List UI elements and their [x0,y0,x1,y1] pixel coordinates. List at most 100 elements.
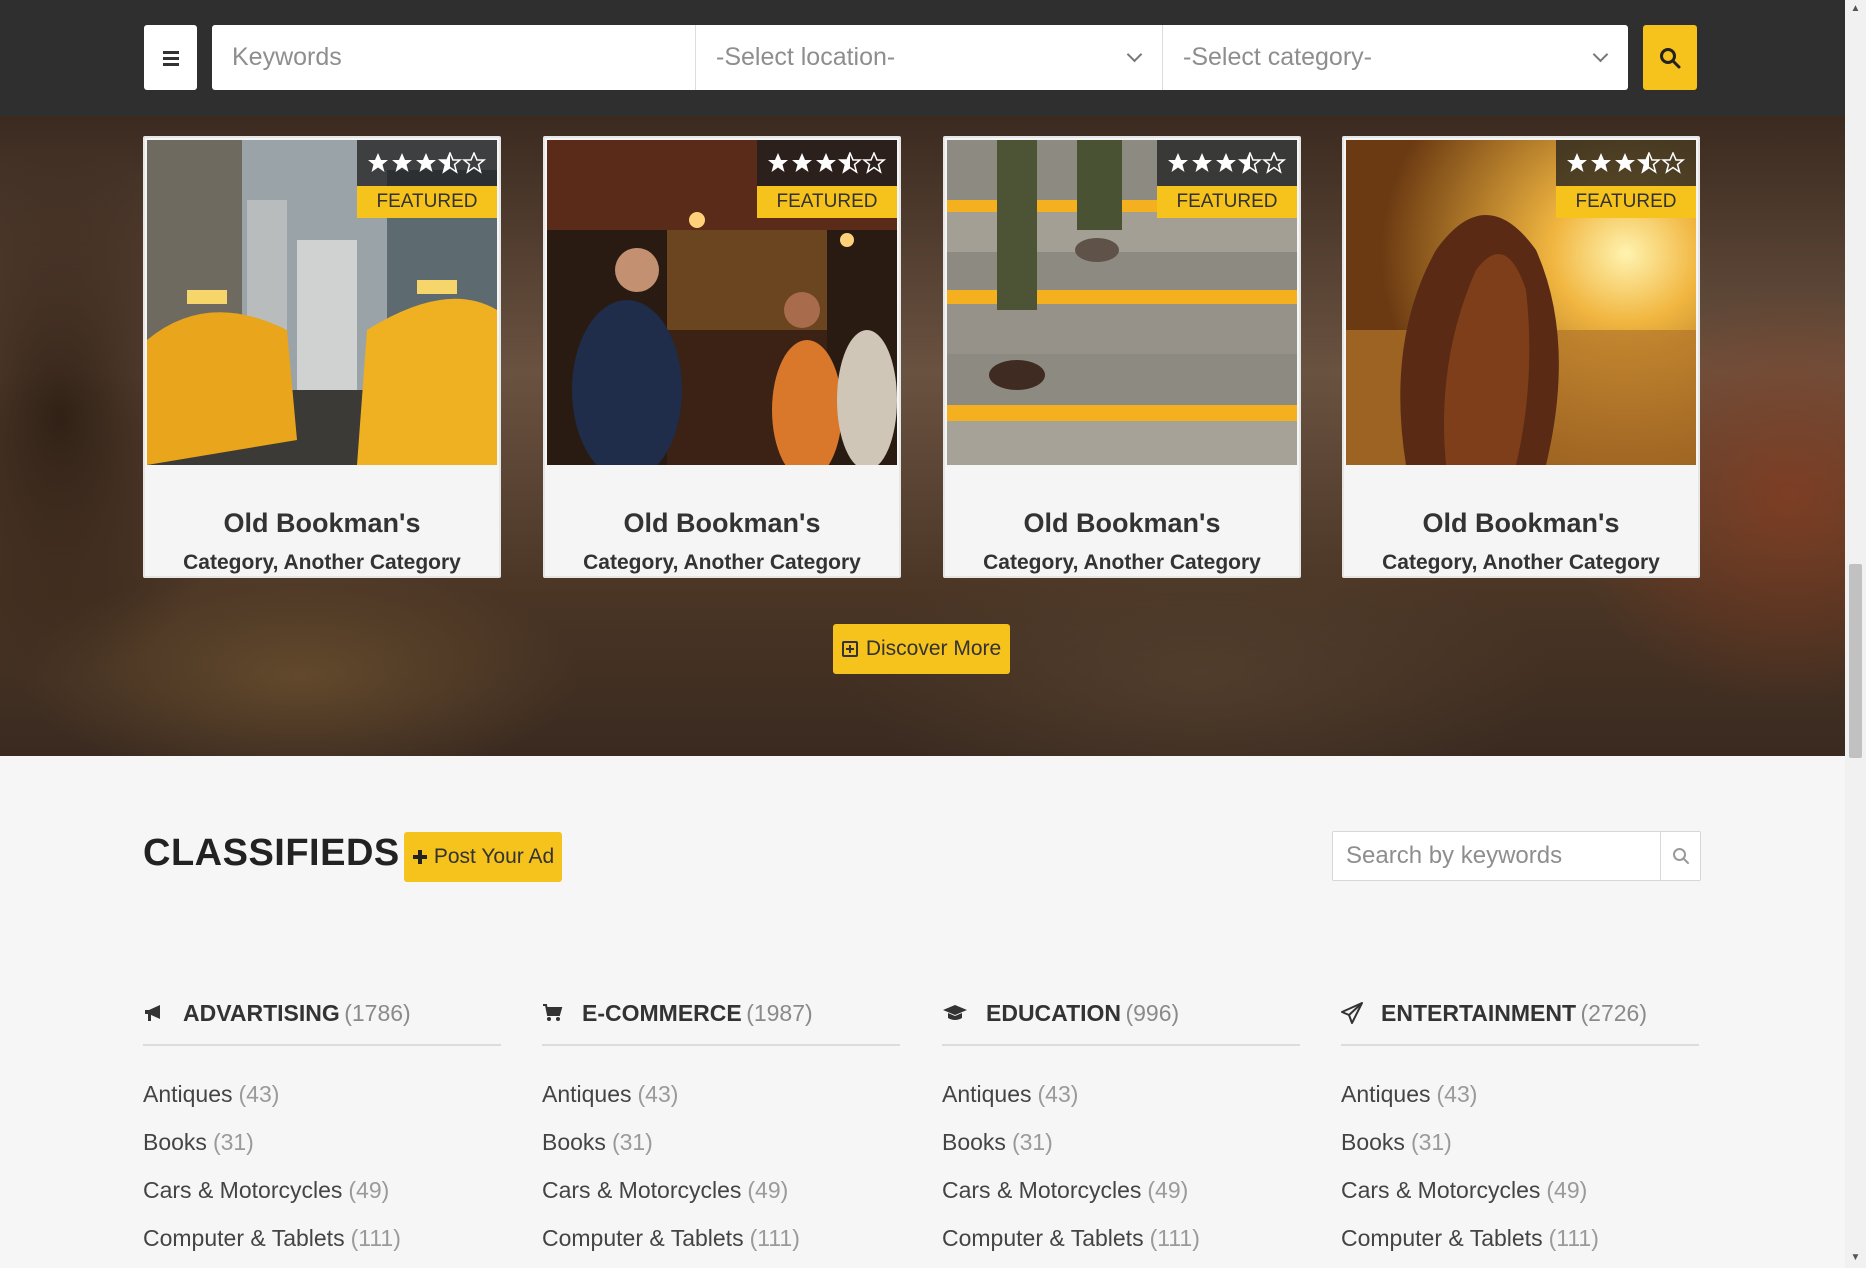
subcategory-count: (31) [212,1128,254,1155]
section-title: CLASSIFIEDS [143,832,400,874]
featured-badge: FEATURED [757,186,897,218]
category-name: ENTERTAINMENT [1381,999,1577,1026]
subcategory-item[interactable]: Books (31) [1341,1118,1699,1166]
featured-badge: FEATURED [357,186,497,218]
featured-card[interactable]: FEATURED Old Bookman's Category, Another… [1342,136,1700,578]
featured-badge: FEATURED [1157,186,1297,218]
subcategory-count: (49) [1147,1176,1189,1203]
subcategory-count: (43) [1037,1080,1079,1107]
search-icon [1672,848,1689,864]
scroll-down-arrow[interactable]: ▼ [1849,1252,1862,1264]
featured-badge: FEATURED [1556,186,1696,218]
category-column: ENTERTAINMENT (2726) Antiques (43) Books(… [1341,982,1699,1262]
menu-button[interactable] [144,25,197,90]
keywords-placeholder: Keywords [232,43,342,71]
subcategory-item[interactable]: Books (31) [942,1118,1300,1166]
category-count: (1786) [344,999,411,1026]
category-name: ADVARTISING [183,999,340,1026]
keywords-input[interactable]: Keywords [212,25,695,90]
search-icon [1660,47,1681,68]
category-header[interactable]: EDUCATION (996) [942,982,1300,1046]
category-placeholder: -Select category- [1183,43,1372,71]
subcategory-item[interactable]: Computer & Tablets (111) [1341,1214,1699,1262]
subcategory-item[interactable]: Computer & Tablets (111) [143,1214,501,1262]
scroll-up-arrow[interactable]: ▲ [1849,3,1862,15]
top-search-bar: Keywords -Select location- -Select categ… [0,0,1845,116]
subcategory-label: Antiques [542,1080,632,1107]
card-title[interactable]: Old Bookman's [1344,508,1698,539]
plus-icon [412,850,427,864]
cart-icon [543,1004,563,1021]
classifieds-search-input[interactable]: Search by keywords [1333,832,1660,880]
category-column: ADVARTISING (1786) Antiques (43) Books (31… [143,982,501,1262]
subcategory-label: Cars & Motorcycles [1341,1176,1541,1203]
rating-stars [1157,140,1297,186]
scrollbar-thumb[interactable] [1849,564,1862,758]
classifieds-search: Search by keywords [1332,831,1701,881]
subcategory-item[interactable]: Antiques (43) [942,1070,1300,1118]
star-rating-icon [768,152,887,174]
subcategory-label: Antiques [143,1080,233,1107]
card-categories: Category, Another Category [583,551,861,574]
subcategory-item[interactable]: Computer & Tablets (111) [942,1214,1300,1262]
paper-plane-icon [1341,1002,1363,1024]
featured-section: FEATURED Old Bookman's Category, Another… [0,116,1845,756]
featured-card[interactable]: FEATURED Old Bookman's Category, Another… [543,136,901,578]
category-column: EDUCATION (996) Antiques (43) Books (31) C… [942,982,1300,1262]
subcategory-label: Computer & Tablets [143,1224,345,1251]
subcategory-item[interactable]: Antiques (43) [143,1070,501,1118]
category-header[interactable]: E-COMMERCE (1987) [542,982,900,1046]
subcategory-count: (111) [1548,1224,1599,1251]
subcategory-label: Books [942,1128,1006,1155]
graduation-cap-icon [943,1005,967,1020]
post-ad-label: Post Your Ad [433,845,555,868]
card-categories: Category, Another Category [983,551,1261,574]
subcategory-item[interactable]: Books (31) [143,1118,501,1166]
subcategory-count: (43) [238,1080,280,1107]
subcategory-item[interactable]: Cars & Motorcycles (49) [143,1166,501,1214]
chevron-down-icon [1592,46,1609,63]
search-form: Keywords -Select location- -Select categ… [212,25,1628,90]
category-header[interactable]: ADVARTISING (1786) [143,982,501,1046]
hamburger-icon [162,50,179,66]
subcategory-item[interactable]: Cars & Motorcycles (49) [542,1166,900,1214]
card-title[interactable]: Old Bookman's [145,508,499,539]
subcategory-item[interactable]: Cars & Motorcycles (49) [942,1166,1300,1214]
featured-card[interactable]: FEATURED Old Bookman's Category, Another… [943,136,1301,578]
classifieds-search-button[interactable] [1660,832,1700,880]
rating-stars [1556,140,1696,186]
chevron-down-icon [1126,46,1143,63]
location-placeholder: -Select location- [716,43,896,71]
subcategory-item[interactable]: Computer & Tablets (111) [542,1214,900,1262]
subcategory-item[interactable]: Antiques (43) [542,1070,900,1118]
category-count: (1987) [746,999,813,1026]
featured-card[interactable]: FEATURED Old Bookman's Category, Another… [143,136,501,578]
subcategory-label: Computer & Tablets [942,1224,1144,1251]
star-rating-icon [1567,152,1686,174]
subcategory-count: (111) [749,1224,800,1251]
category-count: (996) [1125,999,1180,1026]
subcategory-label: Cars & Motorcycles [143,1176,343,1203]
category-name: E-COMMERCE [582,999,742,1026]
star-rating-icon [368,152,487,174]
subcategory-item[interactable]: Antiques (43) [1341,1070,1699,1118]
post-ad-button[interactable]: Post Your Ad [404,832,562,882]
category-header[interactable]: ENTERTAINMENT (2726) [1341,982,1699,1046]
card-title[interactable]: Old Bookman's [545,508,899,539]
category-select[interactable]: -Select category- [1162,25,1628,90]
bullhorn-icon [145,1005,160,1021]
subcategory-count: (49) [348,1176,390,1203]
location-select[interactable]: -Select location- [695,25,1162,90]
rating-stars [757,140,897,186]
search-button[interactable] [1643,25,1697,90]
subcategory-count: (111) [1149,1224,1200,1251]
subcategory-count: (111) [350,1224,401,1251]
subcategory-item[interactable]: Books (31) [542,1118,900,1166]
subcategory-item[interactable]: Cars & Motorcycles (49) [1341,1166,1699,1214]
discover-more-label: Discover More [865,637,1002,660]
classifieds-search-placeholder: Search by keywords [1346,842,1563,869]
subcategory-label: Cars & Motorcycles [542,1176,742,1203]
card-title[interactable]: Old Bookman's [945,508,1299,539]
subcategory-count: (31) [611,1128,653,1155]
discover-more-button[interactable]: Discover More [833,624,1010,674]
